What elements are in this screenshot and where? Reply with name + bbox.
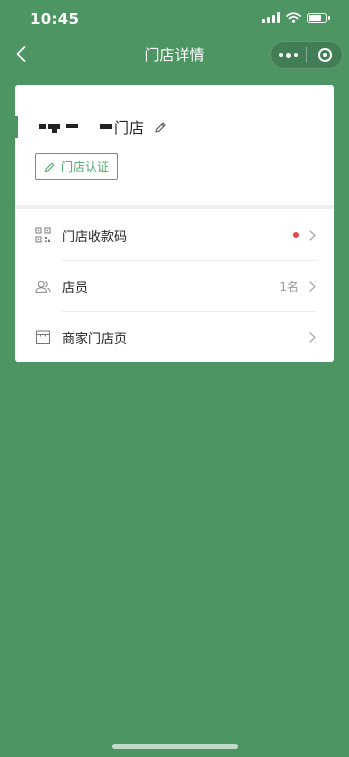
storefront-icon [35, 329, 51, 345]
store-name: 门店 [114, 118, 145, 137]
staff-icon [35, 278, 51, 294]
menu-item-label: 商家门店页 [62, 331, 128, 347]
status-icons [262, 12, 330, 23]
menu-item-store-page[interactable]: 商家门店页 [15, 312, 334, 362]
menu-item-right: 1名 [279, 278, 316, 295]
staff-count: 1名 [279, 279, 299, 294]
signal-icon [262, 12, 280, 23]
menu-item-label: 门店收款码 [62, 229, 128, 245]
store-verify-label: 门店认证 [61, 160, 110, 174]
chevron-right-icon [309, 331, 316, 343]
title-accent-bar [15, 116, 18, 138]
pencil-icon [44, 162, 55, 172]
store-card: 门店 门店认证 门店收款码 店员 1名 商家门店页 [15, 85, 334, 362]
pencil-icon [155, 121, 166, 133]
battery-icon [307, 12, 330, 23]
qr-code-icon [35, 227, 51, 243]
target-icon [317, 48, 332, 62]
status-time: 10:45 [30, 10, 80, 28]
notification-dot-icon [293, 232, 299, 238]
more-button[interactable] [271, 42, 306, 68]
miniprogram-capsule [270, 41, 343, 69]
menu-item-label: 店员 [62, 280, 89, 296]
store-verify-button[interactable]: 门店认证 [35, 153, 119, 180]
store-name-row: 门店 [37, 117, 168, 137]
menu-item-staff[interactable]: 店员 1名 [15, 261, 334, 311]
menu-item-payment-qr[interactable]: 门店收款码 [15, 210, 334, 260]
home-indicator [112, 744, 238, 749]
menu-item-right [293, 229, 316, 241]
nav-bar: 门店详情 [0, 38, 349, 70]
status-bar: 10:45 [0, 0, 349, 38]
edit-name-button[interactable] [153, 120, 168, 135]
chevron-right-icon [309, 280, 316, 292]
redacted-name-icon [37, 120, 113, 134]
more-dots-icon [279, 52, 298, 58]
close-miniprogram-button[interactable] [307, 42, 342, 68]
menu-item-right [309, 331, 316, 343]
wifi-icon [286, 12, 301, 23]
section-separator [15, 205, 334, 209]
chevron-right-icon [309, 229, 316, 241]
